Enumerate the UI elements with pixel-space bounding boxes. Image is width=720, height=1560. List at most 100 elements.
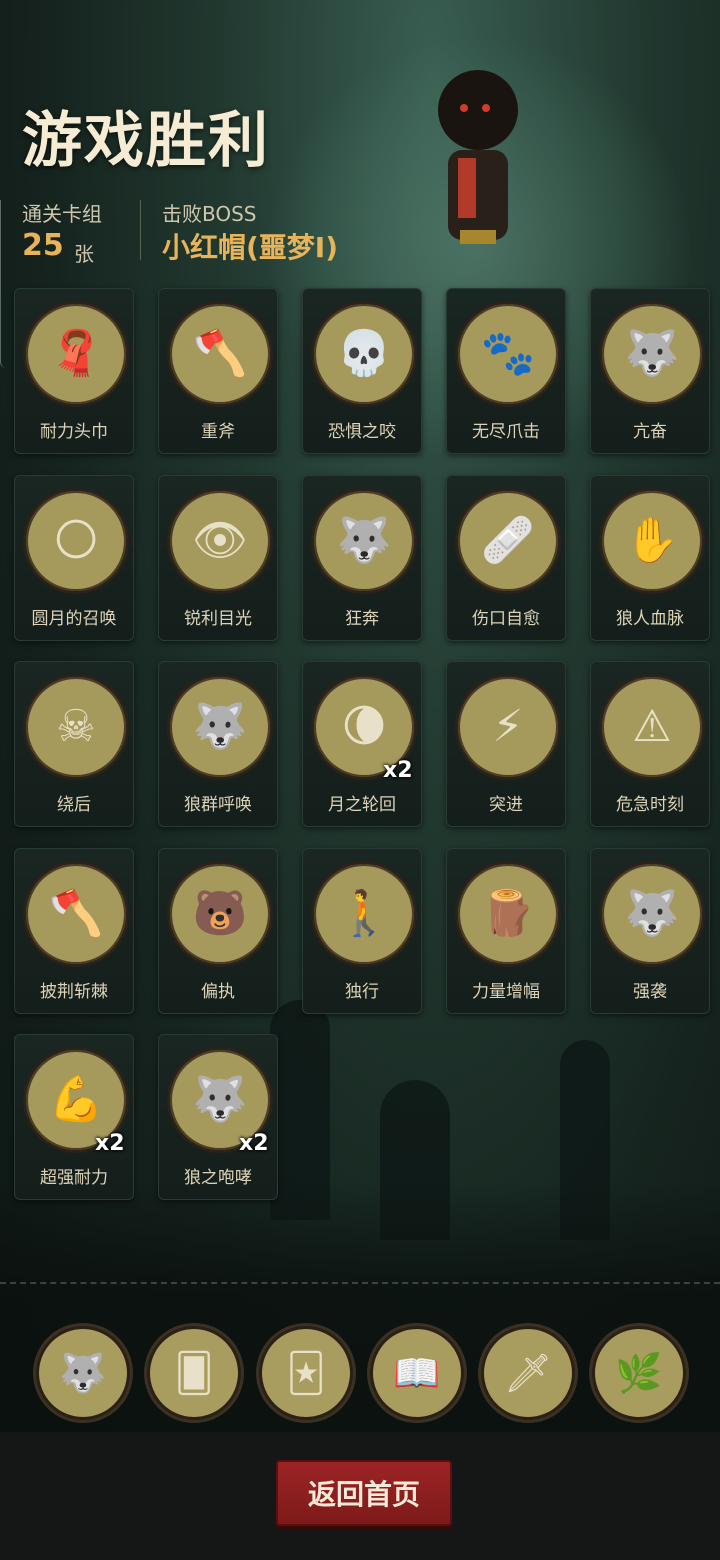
card-label: 强袭: [633, 982, 667, 1002]
wolf-bear-icon: 🐻: [192, 888, 248, 939]
deck-card[interactable]: 🐺 狼群呼唤: [158, 661, 278, 827]
card-art: 🐺: [311, 488, 417, 594]
deck-card[interactable]: 🚶 独行: [302, 848, 422, 1014]
full-moon-icon: 🌕: [53, 515, 99, 566]
lone-hero-icon: 🚶: [336, 888, 392, 939]
charge-icon: ⚡: [492, 701, 524, 752]
deck-card[interactable]: 🐺 亢奋: [590, 288, 710, 454]
blood-arm-icon: ✋: [624, 515, 680, 566]
axe-icon: 🪓: [192, 328, 248, 379]
card-art: 🌕: [23, 488, 129, 594]
card-label: 无尽爪击: [472, 422, 540, 442]
ambush-icon: ☠: [56, 701, 96, 752]
claw-icon: 🐾: [480, 328, 536, 379]
card-art: 🐺: [599, 301, 705, 407]
card-label: 亢奋: [633, 422, 667, 442]
card-art: ✋: [599, 488, 705, 594]
heal-icon: 🩹: [480, 515, 536, 566]
boss-label: 击败BOSS: [162, 202, 257, 226]
werewolf-icon: 🐺: [624, 328, 680, 379]
card-multiplier: x2: [239, 1131, 269, 1156]
card-label: 伤口自愈: [472, 609, 540, 629]
card-hand-icon[interactable]: 🃏: [259, 1326, 353, 1420]
skull-card-icon[interactable]: 🂠: [147, 1326, 241, 1420]
card-art: 🚶: [311, 861, 417, 967]
deck-card[interactable]: 🌕 圆月的召唤: [14, 475, 134, 641]
card-art: 💀: [311, 301, 417, 407]
card-label: 突进: [489, 795, 523, 815]
deck-unit: 张: [74, 242, 94, 266]
thorn-axe-icon: 🪓: [48, 888, 104, 939]
deck-count: 25: [22, 228, 64, 263]
holy-book-icon[interactable]: 📖: [370, 1326, 464, 1420]
card-art: 🐻: [167, 861, 273, 967]
deck-card[interactable]: ⚠ 危急时刻: [590, 661, 710, 827]
deck-card[interactable]: 🩹 伤口自愈: [446, 475, 566, 641]
forest-spirit-icon[interactable]: 🌿: [592, 1326, 686, 1420]
wolf-pack-icon: 🐺: [192, 701, 248, 752]
deck-card[interactable]: ✋ 狼人血脉: [590, 475, 710, 641]
deck-card[interactable]: 💪 x2 超强耐力: [14, 1034, 134, 1200]
card-label: 超强耐力: [40, 1168, 108, 1188]
deck-card[interactable]: 🪓 重斧: [158, 288, 278, 454]
deck-card[interactable]: 🌘 x2 月之轮回: [302, 661, 422, 827]
card-label: 力量增幅: [472, 982, 540, 1002]
card-art: 🪓: [23, 861, 129, 967]
card-label: 锐利目光: [184, 609, 252, 629]
card-label: 恐惧之咬: [328, 422, 396, 442]
card-art: ☠: [23, 674, 129, 780]
crisis-icon: ⚠: [632, 701, 672, 752]
werewolf-relic-icon[interactable]: 🐺: [36, 1326, 130, 1420]
deck-card[interactable]: 🪓 披荆斩棘: [14, 848, 134, 1014]
card-art: ⚠: [599, 674, 705, 780]
card-art: 🪵: [455, 861, 561, 967]
deck-card[interactable]: 🪵 力量增幅: [446, 848, 566, 1014]
skull-bite-icon: 💀: [336, 328, 392, 379]
running-wolf-icon: 🐺: [336, 515, 392, 566]
card-label: 偏执: [201, 982, 235, 1002]
card-art: 🧣: [23, 301, 129, 407]
card-art: 🐺: [167, 674, 273, 780]
stats-divider: [140, 200, 141, 260]
deck-card[interactable]: 👁 锐利目光: [158, 475, 278, 641]
deck-card[interactable]: ☠ 绕后: [14, 661, 134, 827]
card-label: 披荆斩棘: [40, 982, 108, 1002]
card-multiplier: x2: [95, 1131, 125, 1156]
bandana-icon: 🧣: [48, 328, 104, 379]
hero-portrait: [438, 70, 518, 244]
card-art: 🐺: [599, 861, 705, 967]
card-label: 重斧: [201, 422, 235, 442]
card-label: 绕后: [57, 795, 91, 815]
card-label: 狼群呼唤: [184, 795, 252, 815]
card-art: 🐾: [455, 301, 561, 407]
sword-card-icon[interactable]: 🗡: [481, 1326, 575, 1420]
card-multiplier: x2: [383, 758, 413, 783]
deck-card[interactable]: 💀 恐惧之咬: [302, 288, 422, 454]
card-art: 🪓: [167, 301, 273, 407]
wolf-eyes-icon: 👁: [192, 515, 248, 566]
home-button[interactable]: 返回首页: [276, 1460, 452, 1526]
card-label: 独行: [345, 982, 379, 1002]
deck-card[interactable]: ⚡ 突进: [446, 661, 566, 827]
deck-card[interactable]: 🐺 狂奔: [302, 475, 422, 641]
page-title: 游戏胜利: [22, 106, 270, 176]
card-label: 狼之咆哮: [184, 1168, 252, 1188]
moon-phases-icon: 🌘: [341, 701, 387, 752]
deck-card[interactable]: 🐺 强袭: [590, 848, 710, 1014]
deck-card[interactable]: 🐺 x2 狼之咆哮: [158, 1034, 278, 1200]
card-label: 圆月的召唤: [31, 609, 117, 629]
card-label: 狂奔: [345, 609, 379, 629]
card-art: 👁: [167, 488, 273, 594]
assault-wolf-icon: 🐺: [624, 888, 680, 939]
card-art: 🩹: [455, 488, 561, 594]
wolf-roar-icon: 🐺: [192, 1074, 248, 1125]
card-label: 狼人血脉: [616, 609, 684, 629]
deck-label: 通关卡组: [22, 202, 102, 226]
deck-card[interactable]: 🧣 耐力头巾: [14, 288, 134, 454]
card-label: 月之轮回: [328, 795, 396, 815]
card-label: 危急时刻: [616, 795, 684, 815]
card-art: ⚡: [455, 674, 561, 780]
deck-card[interactable]: 🐻 偏执: [158, 848, 278, 1014]
section-divider: [0, 1282, 720, 1284]
deck-card[interactable]: 🐾 无尽爪击: [446, 288, 566, 454]
